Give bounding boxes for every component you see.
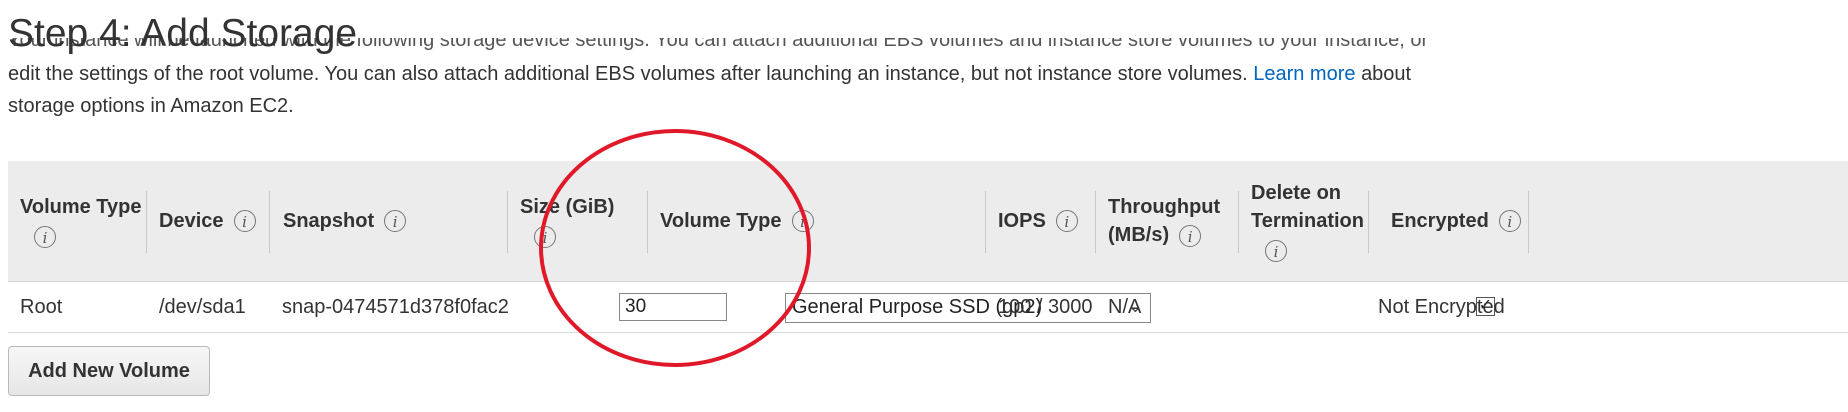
cell-snapshot: snap-0474571d378f0fac2 [282, 296, 509, 318]
info-icon[interactable]: i [1179, 224, 1202, 247]
info-icon[interactable]: i [534, 225, 556, 248]
cell-device: /dev/sda1 [159, 296, 246, 318]
add-new-volume-button[interactable]: Add New Volume [8, 346, 210, 396]
table-row: Root /dev/sda1 snap-0474571d378f0fac2 Ge… [8, 282, 1848, 333]
header-volume-type: Volume Type i [20, 161, 147, 281]
info-icon[interactable]: i [384, 210, 407, 232]
size-input[interactable] [619, 293, 727, 321]
header-encrypted: Encrypted i [1369, 161, 1529, 281]
description-text-end: storage options in Amazon EC2. [8, 95, 294, 117]
header-snapshot: Snapshot i [270, 161, 508, 281]
header-delete-on-termination: Delete on Termination i [1239, 161, 1369, 281]
info-icon[interactable]: i [791, 210, 814, 232]
cell-encrypted: Not Encrypted [1378, 296, 1505, 318]
cell-throughput: N/A [1108, 296, 1142, 318]
header-ebs-volume-type: Volume Type i [648, 161, 986, 281]
description-text: edit the settings of the root volume. Yo… [8, 63, 1248, 85]
learn-more-link[interactable]: Learn more [1253, 63, 1355, 85]
info-icon[interactable]: i [1055, 210, 1078, 232]
page-title: Step 4: Add Storage [8, 12, 358, 55]
header-device: Device i [147, 161, 270, 281]
info-icon[interactable]: i [34, 225, 56, 248]
header-throughput: Throughput (MB/s) i [1096, 161, 1239, 281]
info-icon[interactable]: i [1498, 210, 1521, 232]
cell-volume-type: Root [20, 296, 63, 318]
info-icon[interactable]: i [233, 210, 256, 232]
storage-table-header: Volume Type i Device i Snapshot i Size (… [8, 161, 1848, 282]
volume-type-select[interactable]: General Purpose SSD (gp2) ⌄ [785, 293, 1151, 323]
header-iops: IOPS i [986, 161, 1096, 281]
header-size: Size (GiB) i [508, 161, 648, 281]
info-icon[interactable]: i [1265, 239, 1287, 262]
cell-iops: 100 / 3000 [998, 296, 1093, 318]
description-text-about: about [1361, 63, 1412, 85]
